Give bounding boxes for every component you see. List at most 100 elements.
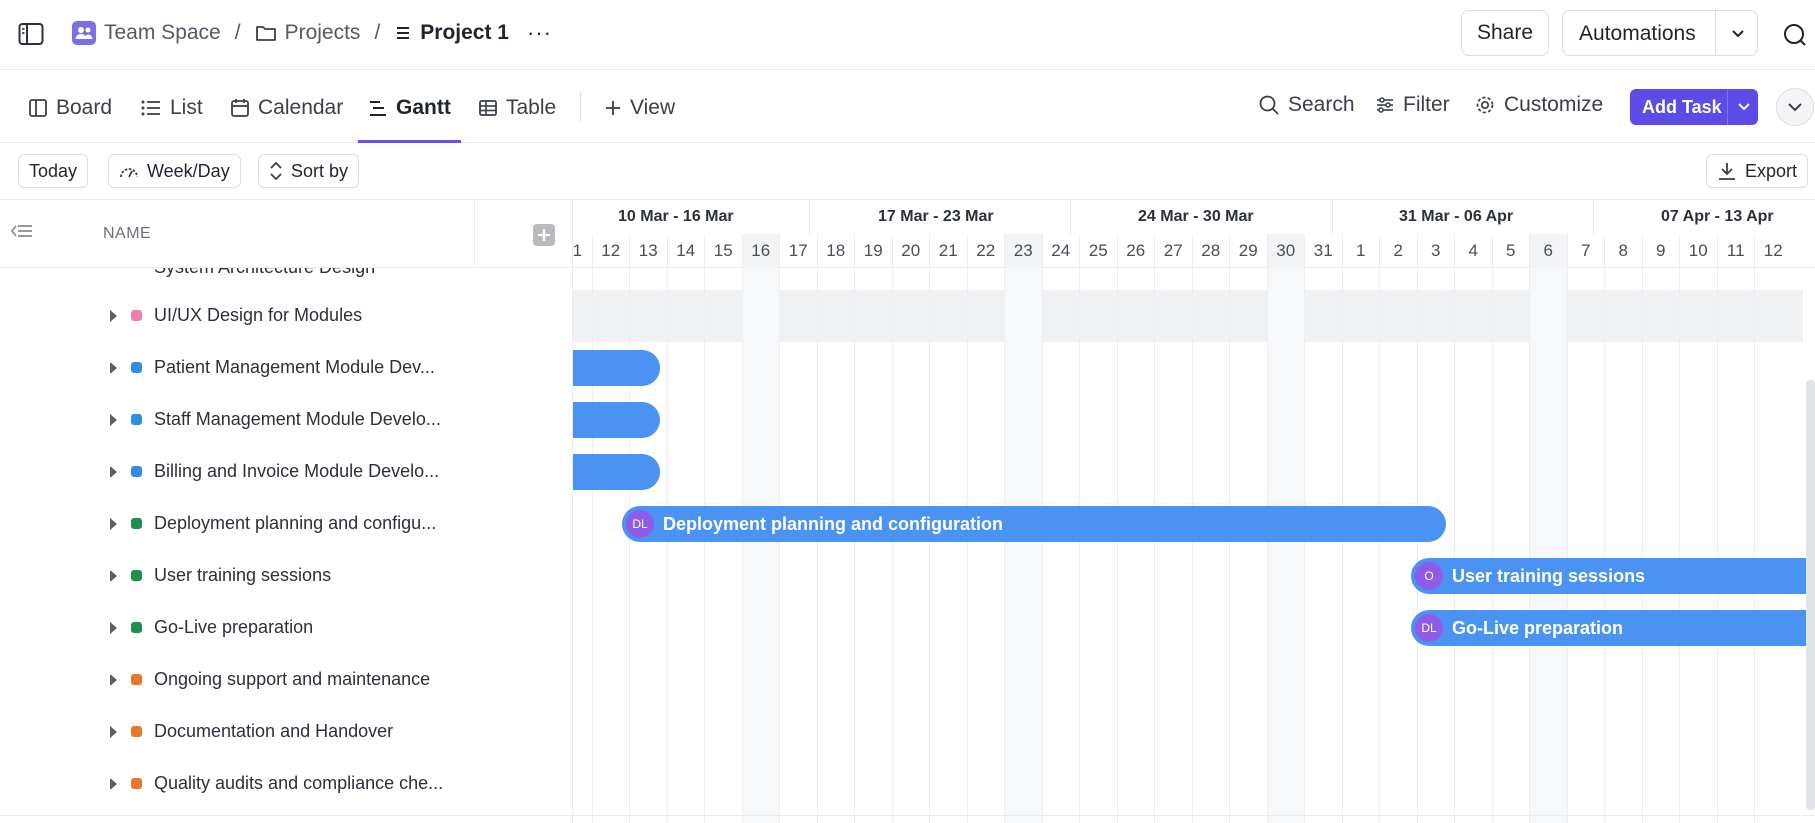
customize-button[interactable]: Customize (1474, 93, 1603, 117)
chevron-down-icon[interactable] (1736, 99, 1752, 115)
gantt-bar-label: Deployment planning and configuration (663, 514, 1003, 534)
gantt-bar[interactable] (573, 350, 660, 386)
list-item[interactable]: Ongoing support and maintenance (0, 654, 572, 706)
breadcrumb-label: Team Space (104, 21, 221, 44)
more-options-icon[interactable]: ··· (527, 20, 552, 46)
add-column-button[interactable] (533, 224, 555, 246)
status-color-dot (131, 622, 142, 633)
list-item[interactable]: Staff Management Module Develo... (0, 394, 572, 446)
expand-caret-icon[interactable] (110, 362, 117, 374)
day-label: 31 (1304, 234, 1342, 268)
list-item[interactable]: Patient Management Module Dev... (0, 342, 572, 394)
day-label: 24 (1041, 234, 1080, 268)
vertical-scrollbar[interactable] (1806, 380, 1815, 810)
day-column (1641, 268, 1680, 823)
top-bar: Team Space / Projects / Project 1 ··· Sh… (0, 0, 1815, 70)
today-button[interactable]: Today (18, 154, 89, 188)
expand-caret-icon[interactable] (110, 778, 117, 790)
filter-button[interactable]: Filter (1375, 93, 1450, 117)
day-label: 15 (704, 234, 742, 268)
day-label: 18 (816, 234, 855, 268)
add-task-button[interactable]: Add Task (1630, 89, 1758, 125)
gantt-bar[interactable] (573, 402, 660, 438)
gantt-bar[interactable] (573, 454, 660, 490)
status-color-dot (131, 466, 142, 477)
day-column (1679, 268, 1717, 823)
avatar[interactable]: DL (626, 510, 654, 538)
expand-caret-icon[interactable] (110, 570, 117, 582)
day-label: 7 (1566, 234, 1605, 268)
day-label: 3 (1416, 234, 1455, 268)
tab-table[interactable]: Table (478, 93, 556, 123)
week-day-button[interactable]: Week/Day (108, 154, 241, 188)
day-column (854, 268, 892, 823)
gantt-bar[interactable]: O User training sessions (1411, 558, 1815, 594)
name-column-header: NAME (0, 200, 573, 268)
expand-caret-icon[interactable] (110, 466, 117, 478)
day-column (816, 268, 855, 823)
name-column-label: NAME (103, 225, 152, 242)
list-item[interactable]: Billing and Invoice Module Develo... (0, 446, 572, 498)
divider (1715, 11, 1716, 55)
week-day-label: Week/Day (147, 160, 230, 181)
list-item[interactable]: Quality audits and compliance che... (0, 758, 572, 810)
list-item[interactable]: UI/UX Design for Modules (0, 290, 572, 342)
tab-gantt[interactable]: Gantt (368, 93, 451, 123)
expand-caret-icon[interactable] (110, 414, 117, 426)
automations-button[interactable]: Automations (1562, 10, 1758, 56)
day-label: 26 (1116, 234, 1155, 268)
tab-list[interactable]: List (140, 93, 203, 123)
avatar[interactable]: DL (1415, 614, 1443, 642)
day-column (966, 268, 1005, 823)
day-column (1604, 268, 1642, 823)
share-button[interactable]: Share (1461, 10, 1549, 56)
sort-by-label: Sort by (291, 160, 349, 181)
more-options-button[interactable] (1776, 88, 1814, 126)
day-column (1754, 268, 1792, 823)
day-label: 19 (854, 234, 892, 268)
gantt-bar[interactable]: DL Deployment planning and configuration (622, 506, 1446, 542)
week-label: 10 Mar - 16 Mar (618, 208, 734, 225)
day-label: 22 (966, 234, 1005, 268)
task-name: Staff Management Module Develo... (154, 409, 441, 429)
expand-caret-icon[interactable] (110, 518, 117, 530)
week-separator (1593, 200, 1594, 234)
expand-caret-icon[interactable] (110, 310, 117, 322)
search-button[interactable]: Search (1258, 93, 1355, 117)
week-label: 07 Apr - 13 Apr (1661, 208, 1774, 225)
add-view-button[interactable]: View (604, 93, 675, 123)
expand-caret-icon[interactable] (110, 622, 117, 634)
day-label: 29 (1229, 234, 1267, 268)
task-list: System Architecture Design UI/UX Design … (0, 268, 573, 823)
week-separator (1332, 200, 1333, 234)
tab-calendar[interactable]: Calendar (230, 93, 343, 123)
list-item[interactable]: User training sessions (0, 550, 572, 602)
day-column (1079, 268, 1117, 823)
expand-caret-icon[interactable] (110, 674, 117, 686)
chat-icon[interactable] (1782, 22, 1808, 48)
avatar[interactable]: O (1415, 562, 1443, 590)
chevron-down-icon[interactable] (1729, 25, 1747, 43)
gantt-bar[interactable]: DL Go-Live preparation (1411, 610, 1815, 646)
active-tab-indicator (358, 140, 461, 143)
breadcrumb-team-space[interactable]: Team Space (72, 21, 221, 45)
sort-by-button[interactable]: Sort by (258, 154, 360, 188)
day-label: 25 (1079, 234, 1117, 268)
export-button[interactable]: Export (1706, 154, 1809, 188)
list-item[interactable]: Deployment planning and configu... (0, 498, 572, 550)
collapse-sidebar-icon[interactable] (10, 220, 34, 242)
day-label: 14 (666, 234, 705, 268)
breadcrumb-projects[interactable]: Projects (255, 21, 360, 45)
list-item[interactable]: Documentation and Handover (0, 706, 572, 758)
filter-icon (1377, 97, 1393, 113)
sidebar-toggle-icon[interactable] (18, 22, 44, 46)
breadcrumb-project-1[interactable]: Project 1 (394, 21, 509, 45)
day-column (1454, 268, 1492, 823)
status-color-dot (131, 362, 142, 373)
day-label: 9 (1641, 234, 1680, 268)
expand-caret-icon[interactable] (110, 726, 117, 738)
tab-board[interactable]: Board (28, 93, 112, 123)
list-item[interactable]: Go-Live preparation (0, 602, 572, 654)
day-column (1716, 268, 1755, 823)
folder-icon (255, 26, 276, 41)
